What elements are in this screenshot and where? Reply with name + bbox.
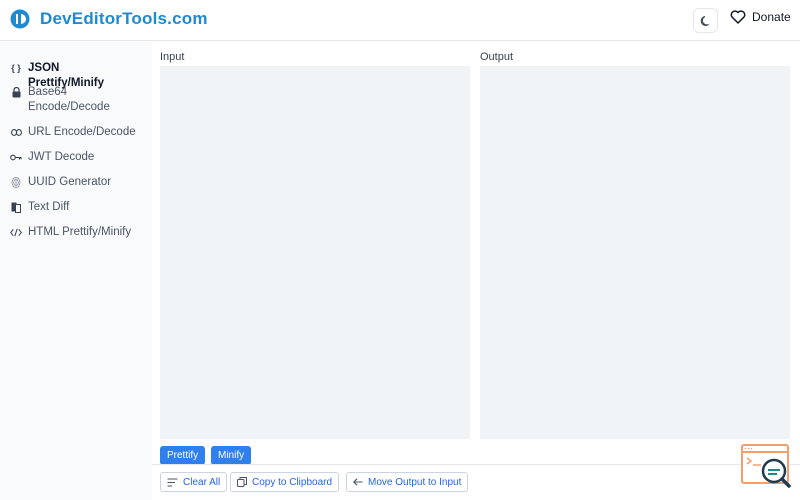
clear-icon	[167, 477, 178, 487]
top-bar: DevEditorTools.com Donate	[0, 0, 800, 41]
sidebar-item-label: JWT Decode	[28, 151, 95, 163]
move-output-label: Move Output to Input	[368, 476, 462, 488]
link-icon	[10, 125, 22, 140]
sidebar-item-label: HTML Prettify/Minify	[28, 226, 132, 238]
sidebar-item-uuid[interactable]: UUID Generator	[10, 175, 138, 190]
sidebar-item-label: Base64 Encode/Decode	[28, 86, 110, 113]
sidebar-item-label: Text Diff	[28, 201, 70, 213]
output-editor[interactable]	[480, 66, 790, 439]
clear-all-label: Clear All	[183, 476, 221, 488]
code-icon	[10, 225, 22, 240]
input-editor[interactable]	[160, 66, 470, 439]
move-output-button[interactable]: Move Output to Input	[346, 472, 469, 492]
search-widget-icon[interactable]	[741, 444, 793, 489]
main-content: Input Output Prettify Minify Clear All C…	[152, 41, 800, 500]
sidebar-item-label: UUID Generator	[28, 176, 112, 188]
clear-all-button[interactable]: Clear All	[160, 472, 228, 492]
donate-label: Donate	[752, 10, 791, 24]
arrow-left-icon	[353, 478, 363, 486]
sidebar-item-jwt[interactable]: JWT Decode	[10, 150, 138, 165]
sidebar-item-url[interactable]: URL Encode/Decode	[10, 125, 138, 140]
braces-icon: { }	[11, 63, 21, 73]
copy-icon	[237, 477, 247, 487]
fingerprint-icon	[10, 175, 22, 190]
sidebar-item-textdiff[interactable]: Text Diff	[10, 200, 138, 215]
copy-label: Copy to Clipboard	[252, 476, 333, 488]
minify-button[interactable]: Minify	[211, 446, 252, 465]
sidebar-item-html[interactable]: HTML Prettify/Minify	[10, 225, 138, 240]
sidebar: { } JSON Prettify/Minify Base64 Encode/D…	[0, 41, 152, 500]
donate-button[interactable]: Donate	[730, 10, 791, 24]
compare-icon	[10, 200, 22, 215]
sidebar-item-base64[interactable]: Base64 Encode/Decode	[10, 85, 138, 115]
prettify-button[interactable]: Prettify	[160, 446, 206, 465]
key-icon	[10, 150, 22, 165]
logo-icon	[10, 9, 30, 29]
heart-icon	[730, 10, 746, 24]
sidebar-item-label: URL Encode/Decode	[28, 126, 136, 138]
brand-name[interactable]: DevEditorTools.com	[40, 9, 208, 29]
moon-icon	[700, 15, 709, 26]
divider	[152, 464, 800, 465]
lock-icon	[10, 85, 22, 100]
theme-toggle-button[interactable]	[693, 8, 718, 33]
output-label: Output	[480, 51, 514, 63]
copy-button[interactable]: Copy to Clipboard	[230, 472, 340, 492]
input-label: Input	[160, 51, 185, 63]
